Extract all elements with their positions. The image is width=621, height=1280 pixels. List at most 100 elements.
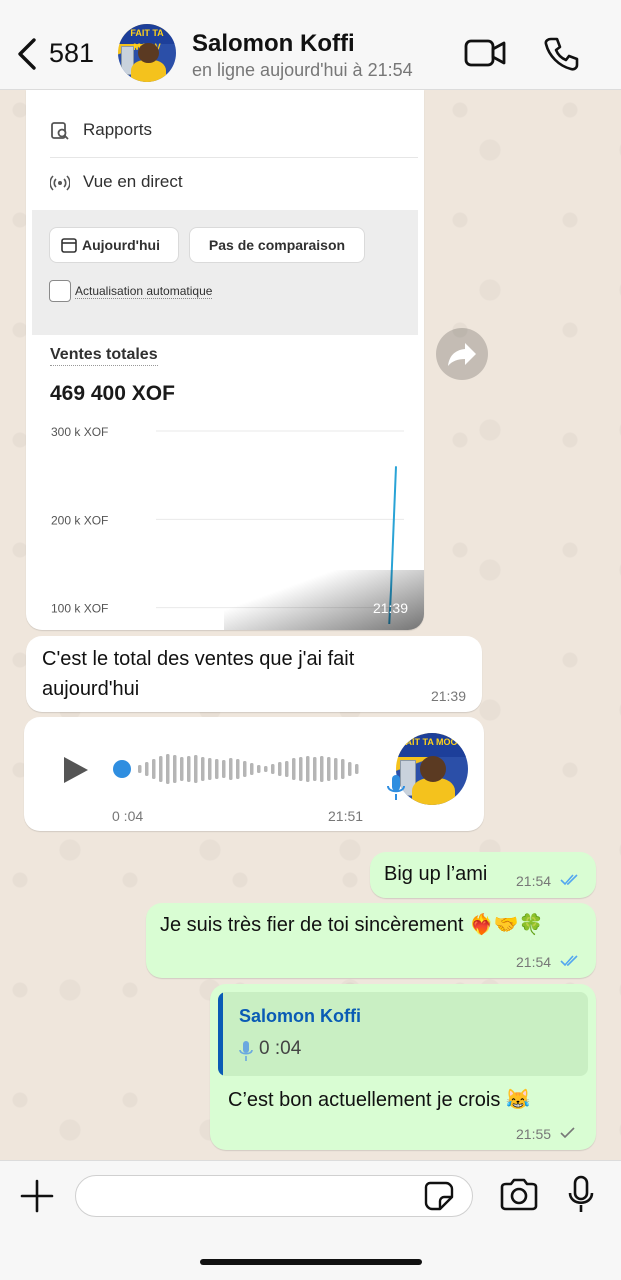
filter-panel: Aujourd'hui Pas de comparaison Actualisa… bbox=[32, 210, 418, 335]
waveform-bar bbox=[194, 755, 198, 783]
quote-accent-bar bbox=[218, 992, 223, 1076]
avatar-banner-text: FAIT TA MOOV bbox=[396, 733, 468, 758]
waveform-bar bbox=[187, 756, 191, 782]
waveform-bar bbox=[243, 761, 247, 777]
microphone-icon[interactable] bbox=[567, 1175, 595, 1215]
auto-refresh-label: Actualisation automatique bbox=[75, 284, 213, 299]
message-text: Je suis très fier de toi sincèrement ❤️‍… bbox=[160, 914, 544, 936]
menu-label: Vue en direct bbox=[83, 172, 183, 191]
waveform-bar bbox=[334, 758, 338, 780]
calendar-icon bbox=[61, 238, 77, 253]
kpi-title: Ventes totales bbox=[50, 346, 158, 366]
camera-icon[interactable] bbox=[499, 1178, 539, 1212]
contact-name[interactable]: Salomon Koffi bbox=[192, 30, 355, 58]
comparison-filter-label: Pas de comparaison bbox=[208, 237, 346, 253]
waveform-bar bbox=[173, 755, 177, 783]
plus-icon[interactable] bbox=[20, 1179, 54, 1213]
waveform-bar bbox=[229, 758, 233, 780]
contact-avatar[interactable]: FAIT TA MOOV bbox=[118, 24, 176, 82]
quote-sender-name: Salomon Koffi bbox=[239, 1006, 361, 1026]
chat-header: 581 FAIT TA MOOV Salomon Koffi en ligne … bbox=[0, 0, 621, 90]
menu-label: Rapports bbox=[83, 120, 152, 139]
waveform-bar bbox=[271, 764, 275, 774]
outgoing-message[interactable]: Je suis très fier de toi sincèrement ❤️‍… bbox=[146, 903, 596, 978]
waveform-bar bbox=[341, 759, 345, 779]
contact-status: en ligne aujourd'hui à 21:54 bbox=[192, 60, 413, 80]
read-receipt-icon bbox=[560, 955, 578, 967]
chart-y-tick-label: 100 k XOF bbox=[51, 602, 108, 616]
date-filter-label: Aujourd'hui bbox=[82, 237, 160, 253]
waveform-bar bbox=[257, 765, 261, 773]
back-chevron-icon[interactable] bbox=[12, 36, 42, 72]
message-text: C'est le total des ventes que j'ai fait … bbox=[42, 648, 355, 700]
waveform-bar bbox=[250, 763, 254, 775]
phone-call-icon[interactable] bbox=[543, 36, 579, 72]
message-text: Big up l’ami bbox=[384, 863, 488, 885]
voice-duration: 0 :04 bbox=[112, 808, 144, 824]
waveform-bar bbox=[236, 759, 240, 779]
kpi-value: 469 400 XOF bbox=[50, 382, 175, 405]
voice-mic-icon bbox=[387, 775, 405, 800]
sent-check-icon bbox=[560, 1127, 575, 1139]
waveform-bar bbox=[320, 756, 324, 782]
auto-refresh-checkbox bbox=[49, 280, 71, 302]
waveform-bar bbox=[159, 756, 163, 782]
waveform-bar bbox=[306, 756, 310, 782]
message-input[interactable] bbox=[75, 1175, 473, 1217]
message-time: 21:55 bbox=[516, 1126, 552, 1142]
waveform-bar bbox=[313, 757, 317, 781]
message-time: 21:51 bbox=[328, 808, 364, 824]
live-broadcast-icon bbox=[50, 175, 70, 191]
waveform-bar bbox=[201, 757, 205, 781]
waveform-bar bbox=[222, 760, 226, 778]
quote-mic-icon bbox=[239, 1041, 253, 1061]
waveform-bar bbox=[138, 765, 142, 773]
avatar-person-body bbox=[130, 59, 166, 82]
forward-button[interactable] bbox=[436, 328, 488, 380]
waveform-bar bbox=[180, 757, 184, 781]
message-time: 21:39 bbox=[372, 600, 408, 616]
message-time: 21:39 bbox=[430, 688, 466, 704]
image-message[interactable]: Rapports Vue en direct Aujourd'hui Pas d… bbox=[26, 90, 424, 630]
voice-waveform[interactable] bbox=[112, 748, 368, 790]
sticker-icon[interactable] bbox=[424, 1181, 454, 1211]
read-receipt-icon bbox=[560, 874, 578, 886]
message-time: 21:54 bbox=[516, 873, 552, 889]
menu-item-rapports: Rapports bbox=[32, 106, 418, 158]
waveform-bar bbox=[348, 762, 352, 776]
waveform-bar bbox=[355, 764, 359, 774]
menu-item-live-view: Vue en direct bbox=[32, 158, 418, 210]
chart-y-tick-label: 200 k XOF bbox=[51, 513, 108, 527]
waveform-bar bbox=[327, 757, 331, 781]
waveform-bar bbox=[292, 758, 296, 780]
outgoing-message[interactable]: Big up l’ami 21:54 bbox=[370, 852, 596, 898]
waveform-bar bbox=[285, 761, 289, 777]
composer-bar bbox=[0, 1160, 621, 1280]
reports-search-icon bbox=[51, 122, 69, 140]
avatar-banner-text: FAIT TA MOOV bbox=[118, 24, 176, 52]
quoted-message[interactable]: Salomon Koffi 0 :04 bbox=[218, 992, 588, 1076]
analytics-screenshot: Rapports Vue en direct Aujourd'hui Pas d… bbox=[32, 90, 418, 624]
play-icon[interactable] bbox=[62, 755, 90, 785]
message-time: 21:54 bbox=[516, 954, 552, 970]
chart-y-tick-label: 300 k XOF bbox=[51, 425, 108, 439]
avatar-person-face bbox=[137, 42, 159, 64]
forward-arrow-icon bbox=[448, 343, 476, 366]
playback-scrubber[interactable] bbox=[113, 760, 131, 778]
message-text: C’est bon actuellement je crois 😹 bbox=[228, 1089, 531, 1111]
home-indicator bbox=[200, 1259, 422, 1265]
waveform-bar bbox=[299, 757, 303, 781]
incoming-message[interactable]: C'est le total des ventes que j'ai fait … bbox=[26, 636, 482, 712]
waveform-bar bbox=[264, 766, 268, 772]
waveform-bar bbox=[152, 759, 156, 779]
voice-sender-avatar: FAIT TA MOOV bbox=[396, 733, 468, 805]
waveform-bar bbox=[166, 754, 170, 784]
waveform-bar bbox=[145, 762, 149, 776]
comparison-filter-pill: Pas de comparaison bbox=[189, 227, 365, 263]
video-call-icon[interactable] bbox=[464, 38, 506, 68]
waveform-bar bbox=[278, 762, 282, 776]
unread-count[interactable]: 581 bbox=[49, 38, 94, 69]
waveform-bar bbox=[208, 758, 212, 780]
date-filter-pill: Aujourd'hui bbox=[49, 227, 179, 263]
quote-duration: 0 :04 bbox=[259, 1038, 302, 1059]
